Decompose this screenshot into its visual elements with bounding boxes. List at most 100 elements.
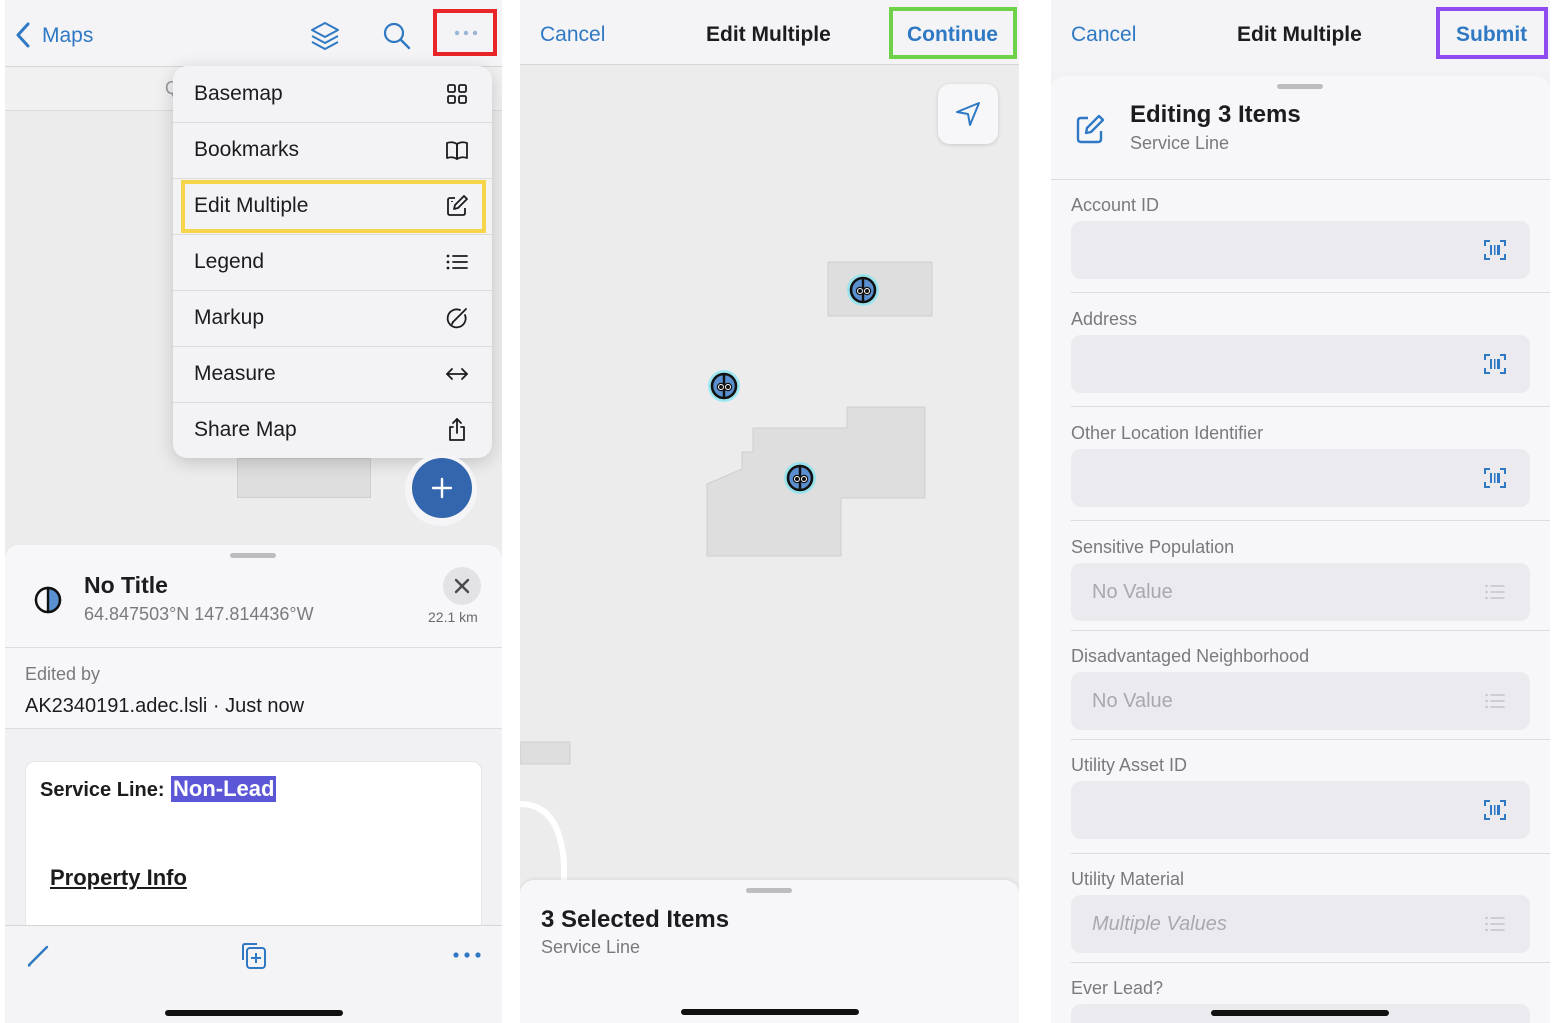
submit-label: Submit [1456, 23, 1528, 46]
selected-point-icon[interactable] [846, 273, 880, 307]
nav-title: Edit Multiple [706, 23, 831, 46]
maps-screen: Q Maps Basemap Bookmarks Edit Multiple L… [5, 0, 502, 1023]
menu-item-share-map[interactable]: Share Map [173, 402, 492, 458]
sheet-handle[interactable] [746, 888, 792, 893]
field-label: Ever Lead? [1071, 978, 1164, 998]
continue-button[interactable]: Continue [889, 7, 1017, 59]
barcode-scan-icon[interactable] [1483, 238, 1507, 262]
menu-item-label: Markup [194, 306, 265, 329]
edit-multiple-form-screen: Cancel Edit Multiple Submit Editing 3 It… [1051, 0, 1550, 1023]
account-id-field[interactable] [1071, 221, 1530, 279]
more-icon[interactable] [453, 952, 481, 958]
form-subtitle: Service Line [1130, 133, 1230, 153]
edit-square-icon [444, 193, 470, 219]
cancel-button[interactable]: Cancel [1071, 23, 1136, 47]
address-field[interactable] [1071, 335, 1530, 393]
arrows-horizontal-icon [444, 361, 470, 387]
selection-sheet: 3 Selected Items Service Line [520, 880, 1019, 1023]
popup-card: Service Line: Non-Lead Property Info [25, 761, 482, 933]
menu-item-edit-multiple[interactable]: Edit Multiple [173, 178, 492, 235]
plus-icon [431, 477, 453, 499]
search-icon[interactable] [382, 21, 412, 51]
layers-icon[interactable] [309, 20, 341, 52]
menu-item-label: Edit Multiple [194, 194, 309, 217]
divider [1071, 520, 1550, 521]
selected-point-icon[interactable] [783, 461, 817, 495]
cancel-button[interactable]: Cancel [540, 23, 605, 47]
markup-icon [444, 305, 470, 331]
field-label: Account ID [1071, 195, 1160, 215]
menu-item-label: Basemap [194, 82, 283, 105]
menu-item-legend[interactable]: Legend [173, 234, 492, 291]
submit-button[interactable]: Submit [1436, 7, 1548, 59]
select-value: No Value [1092, 581, 1173, 603]
field-label: Disadvantaged Neighborhood [1071, 646, 1310, 666]
list-icon [1484, 690, 1506, 712]
back-button[interactable]: Maps [15, 20, 115, 50]
disadvantaged-neighborhood-select[interactable]: No Value [1071, 672, 1530, 730]
close-button[interactable] [443, 567, 481, 605]
menu-item-label: Legend [194, 250, 265, 273]
menu-item-markup[interactable]: Markup [173, 290, 492, 347]
edit-square-icon [1073, 112, 1107, 146]
barcode-scan-icon[interactable] [1483, 466, 1507, 490]
utility-material-select[interactable]: Multiple Values [1071, 895, 1530, 953]
sensitive-population-select[interactable]: No Value [1071, 563, 1530, 621]
locate-button[interactable] [938, 84, 998, 144]
feature-coordinates: 64.847503°N 147.814436°W [84, 604, 314, 624]
add-copy-icon[interactable] [237, 940, 269, 972]
selection-subtitle: Service Line [541, 937, 641, 957]
home-indicator [165, 1010, 343, 1016]
edited-by-value: AK2340191.adec.lsli · Just now [25, 695, 305, 717]
select-value: No Value [1092, 690, 1173, 712]
feature-sheet: No Title 64.847503°N 147.814436°W 22.1 k… [5, 545, 502, 1023]
pencil-icon[interactable] [26, 942, 52, 968]
chevron-left-icon [15, 22, 31, 48]
field-label: Address [1071, 309, 1138, 329]
selected-point-icon[interactable] [707, 369, 741, 403]
feature-distance: 22.1 km [428, 609, 478, 625]
form-sheet: Editing 3 Items Service Line Account ID … [1051, 76, 1550, 1023]
location-arrow-icon [954, 100, 982, 128]
menu-item-measure[interactable]: Measure [173, 346, 492, 403]
utility-asset-id-field[interactable] [1071, 781, 1530, 839]
more-button[interactable] [433, 9, 497, 56]
continue-label: Continue [907, 23, 998, 46]
back-label: Maps [42, 24, 94, 47]
close-icon [454, 578, 470, 594]
feature-symbol-icon [33, 585, 63, 615]
map-view[interactable] [520, 64, 1019, 884]
menu-item-basemap[interactable]: Basemap [173, 66, 492, 123]
field-label: Other Location Identifier [1071, 423, 1264, 443]
home-indicator [681, 1009, 859, 1015]
select-value: Multiple Values [1092, 913, 1227, 935]
menu-item-bookmarks[interactable]: Bookmarks [173, 122, 492, 179]
book-icon [444, 137, 470, 163]
divider [1051, 179, 1550, 180]
nav-bar: Cancel Edit Multiple Continue [520, 0, 1019, 65]
add-feature-button[interactable] [405, 454, 479, 526]
map-building [237, 458, 371, 498]
field-label: Utility Asset ID [1071, 755, 1188, 775]
field-label: Sensitive Population [1071, 537, 1235, 557]
bottom-toolbar [5, 925, 502, 1023]
edit-multiple-select-screen: Cancel Edit Multiple Continue 3 Selected… [520, 0, 1019, 1023]
nav-bar: Maps [5, 0, 502, 67]
grid-icon [444, 81, 470, 107]
sheet-handle[interactable] [230, 553, 276, 558]
service-line-value[interactable]: Non-Lead [171, 776, 277, 802]
other-location-identifier-field[interactable] [1071, 449, 1530, 507]
barcode-scan-icon[interactable] [1483, 352, 1507, 376]
sheet-handle[interactable] [1277, 84, 1323, 89]
barcode-scan-icon[interactable] [1483, 798, 1507, 822]
menu-item-label: Measure [194, 362, 276, 385]
popup-content: Service Line: Non-Lead Property Info [5, 729, 502, 933]
field-label: Utility Material [1071, 869, 1185, 889]
nav-bar: Cancel Edit Multiple Submit [1051, 0, 1550, 72]
divider [1071, 962, 1550, 963]
overflow-menu: Basemap Bookmarks Edit Multiple Legend M… [173, 66, 492, 458]
divider [5, 647, 502, 648]
divider [1071, 292, 1550, 293]
form-title: Editing 3 Items [1130, 101, 1301, 128]
divider [1071, 853, 1550, 854]
